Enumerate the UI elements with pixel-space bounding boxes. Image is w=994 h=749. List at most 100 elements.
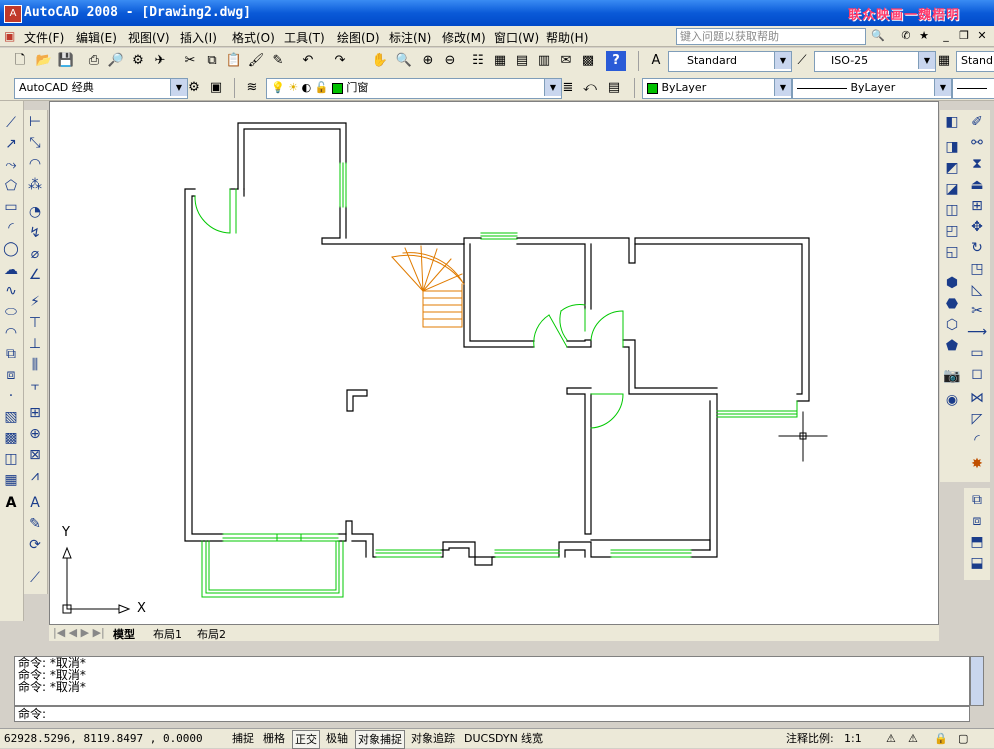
match-properties-icon[interactable]: 🖌 (246, 51, 266, 71)
command-scrollbar[interactable] (970, 656, 984, 706)
solid-wedge-icon[interactable]: ◨ (942, 137, 962, 157)
design-center-icon[interactable]: ▦ (490, 51, 510, 71)
communication-center-icon[interactable]: ✆ (898, 28, 914, 44)
continue-dimension-icon[interactable]: ⊥ (25, 334, 45, 354)
cut-icon[interactable]: ✂ (180, 51, 200, 71)
publish-icon[interactable]: ⚙ (128, 51, 148, 71)
layer-previous-icon[interactable]: ⤺ (580, 78, 600, 98)
interfere-icon[interactable]: ⬟ (942, 336, 962, 356)
search-icon[interactable]: 🔍 (870, 28, 886, 44)
region-icon[interactable]: ◫ (1, 449, 21, 469)
osnap-toggle[interactable]: 对象捕捉 (355, 730, 405, 749)
toolbar-lock-icon[interactable]: 🔒 (932, 730, 950, 747)
revision-cloud-icon[interactable]: ☁ (1, 260, 21, 280)
menu-draw[interactable]: 绘图(D) (337, 29, 380, 46)
jogged-dimension-icon[interactable]: ↯ (25, 223, 45, 243)
menu-format[interactable]: 格式(O) (232, 29, 275, 46)
dim-style-select[interactable]: ISO-25 ▼ (814, 51, 936, 72)
tolerance-icon[interactable]: ⊞ (25, 403, 45, 423)
arc-icon[interactable]: ◜ (1, 218, 21, 238)
jogged-linear-icon[interactable]: ⩘ (25, 466, 45, 486)
layer-states-icon[interactable]: ▤ (604, 78, 624, 98)
open-file-icon[interactable]: 📂 (34, 51, 54, 71)
table-icon[interactable]: ▦ (1, 470, 21, 490)
linetype-select[interactable]: ByLayer ▼ (792, 78, 952, 99)
lineweight-select[interactable] (952, 78, 994, 99)
dim-style-icon[interactable]: ⟋ (792, 51, 812, 71)
angular-dimension-icon[interactable]: ∠ (25, 265, 45, 285)
new-file-icon[interactable]: 🗋 (10, 51, 30, 71)
doc-close-button[interactable]: ✕ (974, 28, 990, 44)
scale-icon[interactable]: ◳ (967, 259, 987, 279)
favorites-star-icon[interactable]: ★ (916, 28, 932, 44)
union-icon[interactable]: ⬢ (942, 273, 962, 293)
menu-modify[interactable]: 修改(M) (442, 29, 486, 46)
explode-icon[interactable]: ✸ (967, 454, 987, 474)
mirror-icon[interactable]: ⧗ (967, 154, 987, 174)
erase-icon[interactable]: ✐ (967, 112, 987, 132)
tab-layout1[interactable]: 布局1 (153, 626, 182, 642)
hatch-icon[interactable]: ▧ (1, 407, 21, 427)
table-style-select[interactable]: Stand (956, 51, 994, 72)
offset-icon[interactable]: ⏏ (967, 175, 987, 195)
center-mark-icon[interactable]: ⊕ (25, 424, 45, 444)
layer-manager-icon[interactable]: ≋ (242, 78, 262, 98)
arc-length-icon[interactable]: ◠ (25, 154, 45, 174)
tab-model[interactable]: 模型 (113, 626, 135, 642)
grid-toggle[interactable]: 栅格 (261, 730, 287, 747)
solid-box-icon[interactable]: ◧ (942, 112, 962, 132)
ellipse-arc-icon[interactable]: ◠ (1, 323, 21, 343)
make-block-icon[interactable]: ⧈ (1, 365, 21, 385)
chamfer-icon[interactable]: ◸ (967, 409, 987, 429)
menu-tools[interactable]: 工具(T) (284, 29, 325, 46)
auto-scale-icon[interactable]: ⚠ (906, 730, 920, 747)
zoom-previous-icon[interactable]: ⊖ (440, 51, 460, 71)
polar-toggle[interactable]: 极轴 (324, 730, 350, 747)
color-select[interactable]: ByLayer ▼ (642, 78, 792, 99)
text-style-select[interactable]: Standard ▼ (668, 51, 792, 72)
dimension-text-edit-icon[interactable]: ✎ (25, 514, 45, 534)
paste-icon[interactable]: 📋 (224, 51, 244, 71)
drawing-canvas[interactable]: Y X (49, 101, 939, 625)
solid-cone-icon[interactable]: ◩ (942, 158, 962, 178)
rectangle-icon[interactable]: ▭ (1, 197, 21, 217)
menu-window[interactable]: 窗口(W) (494, 29, 539, 46)
radius-dimension-icon[interactable]: ◔ (25, 202, 45, 222)
block-editor-icon[interactable]: ✎ (268, 51, 288, 71)
polygon-icon[interactable]: ⬠ (1, 176, 21, 196)
dimension-space-icon[interactable]: ⫼ (25, 355, 45, 375)
ortho-toggle[interactable]: 正交 (292, 730, 320, 749)
point-icon[interactable]: · (1, 386, 21, 406)
quick-dimension-icon[interactable]: ⚡ (25, 292, 45, 312)
bring-to-front-icon[interactable]: ⧉ (967, 490, 987, 510)
send-to-back-icon[interactable]: ⧈ (967, 511, 987, 531)
zoom-realtime-icon[interactable]: 🔍 (394, 51, 414, 71)
markup-icon[interactable]: ✉ (556, 51, 576, 71)
annotation-scale-select[interactable]: 1:1 (842, 730, 864, 747)
zoom-window-icon[interactable]: ⊕ (418, 51, 438, 71)
undo-icon[interactable]: ↶ (298, 51, 318, 71)
subtract-icon[interactable]: ⬣ (942, 294, 962, 314)
solid-pyramid-icon[interactable]: ◱ (942, 242, 962, 262)
menu-dimension[interactable]: 标注(N) (389, 29, 431, 46)
menu-view[interactable]: 视图(V) (128, 29, 170, 46)
polyline-icon[interactable]: ⤳ (1, 155, 21, 175)
table-style-icon[interactable]: ▦ (934, 51, 954, 71)
menu-file[interactable]: 文件(F) (24, 29, 64, 46)
gradient-icon[interactable]: ▩ (1, 428, 21, 448)
command-input[interactable]: 命令: (14, 706, 970, 722)
break-at-point-icon[interactable]: ▭ (967, 343, 987, 363)
fillet-icon[interactable]: ◜ (967, 430, 987, 450)
layer-select[interactable]: 💡 ☀ ◐ 🔓 门窗 ▼ (266, 78, 562, 99)
dimension-edit-icon[interactable]: A (25, 493, 45, 513)
insert-block-icon[interactable]: ⧉ (1, 344, 21, 364)
aligned-dimension-icon[interactable]: ⤡ (25, 133, 45, 153)
text-style-icon[interactable]: A (646, 51, 666, 71)
make-current-layer-icon[interactable]: ≣ (558, 78, 578, 98)
orbit-icon[interactable]: ◉ (942, 390, 962, 410)
solid-sphere-icon[interactable]: ◪ (942, 179, 962, 199)
trim-icon[interactable]: ✂ (967, 301, 987, 321)
clean-screen-icon[interactable]: ▢ (956, 730, 970, 747)
otrack-toggle[interactable]: 对象追踪 (409, 730, 457, 747)
ellipse-icon[interactable]: ⬭ (1, 302, 21, 322)
